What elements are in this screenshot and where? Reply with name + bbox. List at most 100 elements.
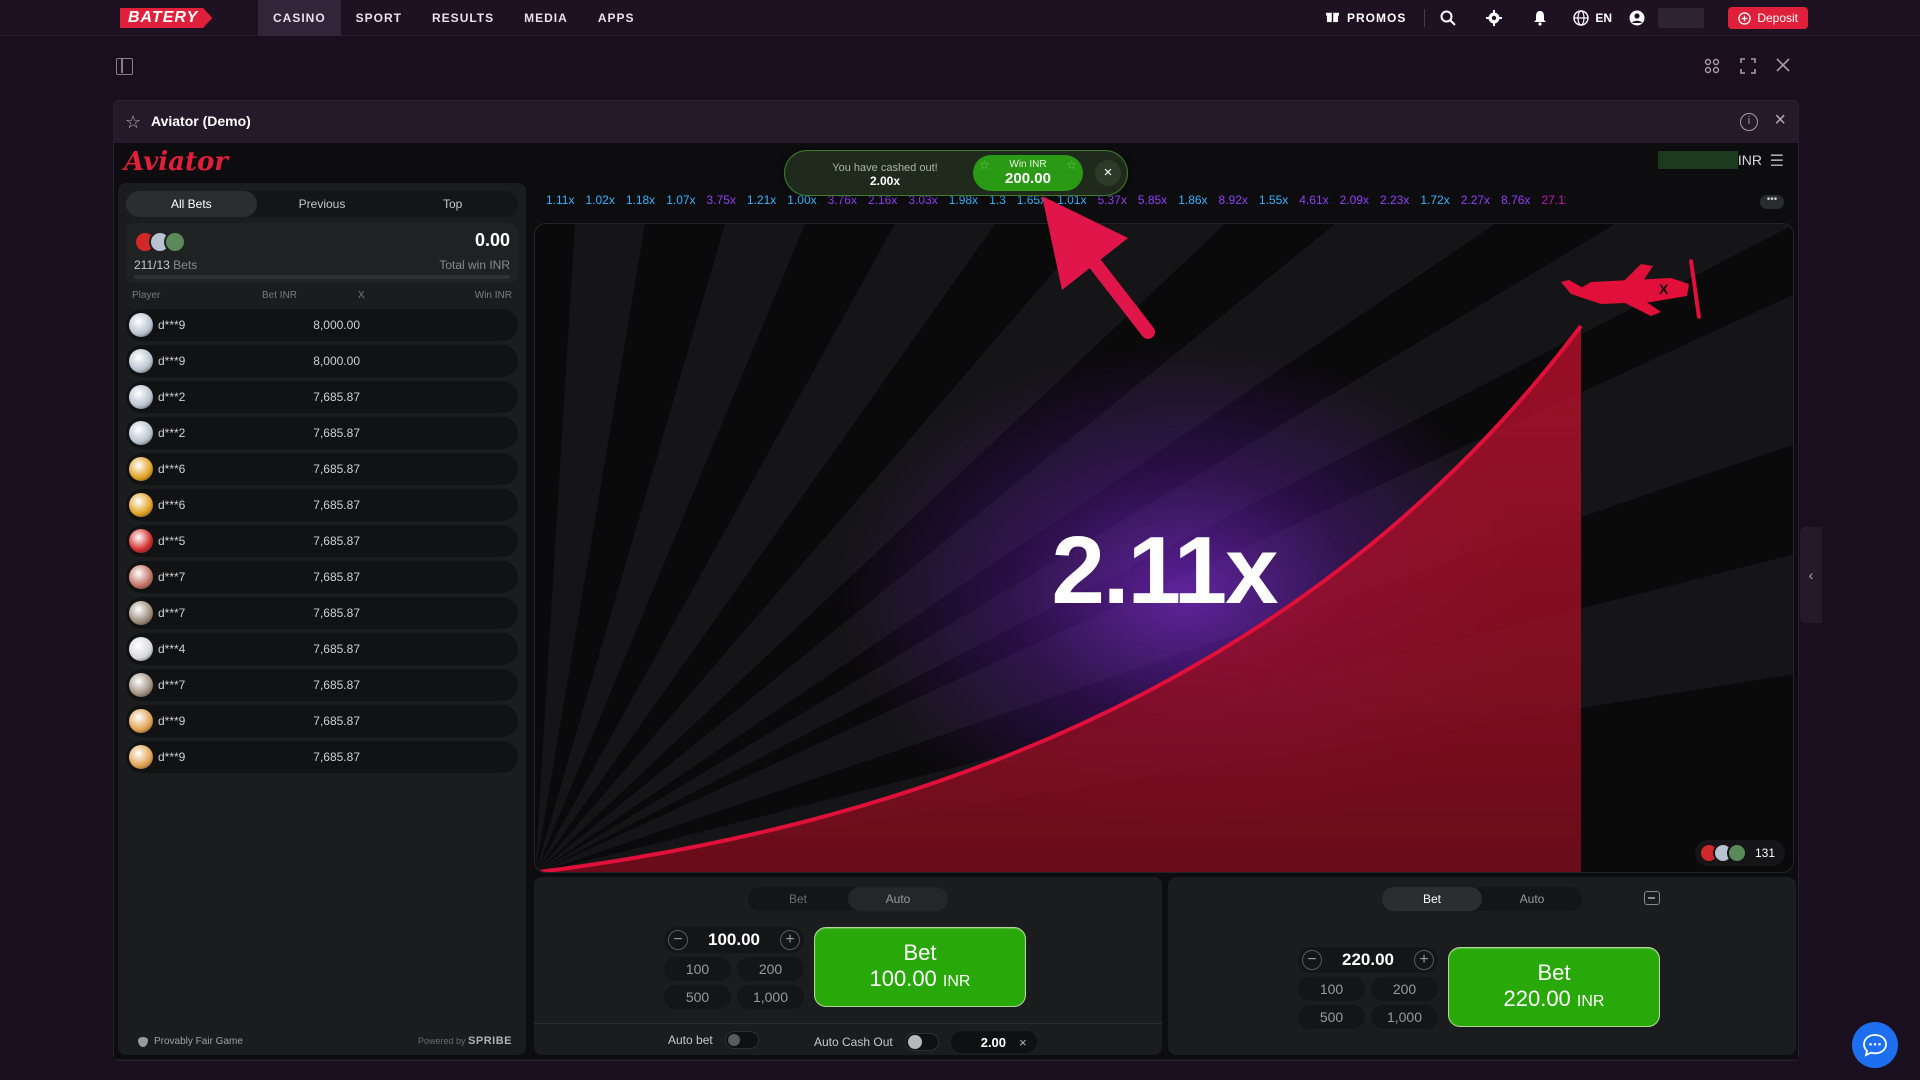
cashout-value-input[interactable]: 2.00 × (950, 1031, 1037, 1053)
win-pill: ☆ Win INR 200.00 ☆ (973, 155, 1083, 191)
nav-results[interactable]: RESULTS (417, 0, 509, 36)
auto-cashout-toggle[interactable] (904, 1033, 939, 1051)
nav-sport[interactable]: SPORT (341, 0, 417, 36)
toast-close-button[interactable]: × (1095, 160, 1121, 186)
nav-casino[interactable]: CASINO (258, 0, 341, 36)
info-icon[interactable]: i (1740, 113, 1758, 131)
history-multiplier[interactable]: 2.27x (1461, 193, 1490, 207)
history-multiplier[interactable]: 5.85x (1138, 193, 1167, 207)
history-more-button[interactable]: ••• (1760, 195, 1784, 209)
nav-apps[interactable]: APPS (583, 0, 650, 36)
quick-amount-100[interactable]: 100 (1298, 977, 1365, 1001)
stake-stepper-1: − 100.00 + (664, 927, 804, 953)
history-multiplier[interactable]: 1.07x (666, 193, 695, 207)
close-window-icon[interactable] (1776, 58, 1790, 79)
player-name: d***9 (158, 750, 186, 764)
quick-amount-100[interactable]: 100 (664, 957, 731, 981)
table-row: d***6 7,685.87 (126, 453, 518, 485)
side-collapse-tab[interactable]: ‹ (1800, 527, 1822, 623)
table-row: d***9 8,000.00 (126, 309, 518, 341)
language-selector[interactable]: EN (1563, 10, 1622, 26)
tab-auto[interactable]: Auto (848, 887, 948, 911)
minus-button[interactable]: − (668, 930, 688, 950)
user-avatar-icon[interactable] (1622, 0, 1652, 36)
tab-top[interactable]: Top (387, 191, 518, 217)
avatar (164, 231, 186, 253)
user-balance-box[interactable] (1658, 8, 1704, 28)
history-multiplier[interactable]: 1.11x (546, 193, 574, 207)
quick-amount-200[interactable]: 200 (737, 957, 804, 981)
main-nav: CASINO SPORT RESULTS MEDIA APPS (258, 0, 650, 36)
history-multiplier[interactable]: 1.21x (747, 193, 776, 207)
minus-button[interactable]: − (1302, 950, 1322, 970)
quick-amount-500[interactable]: 500 (664, 985, 731, 1009)
history-multiplier[interactable]: 1.02x (585, 193, 614, 207)
player-name: d***9 (158, 714, 186, 728)
history-multiplier[interactable]: 2.09x (1340, 193, 1369, 207)
quick-amount-1000[interactable]: 1,000 (1371, 1005, 1438, 1029)
grid-icon[interactable] (1704, 58, 1720, 79)
col-x: X (358, 290, 365, 301)
player-name: d***2 (158, 426, 186, 440)
tab-auto[interactable]: Auto (1482, 887, 1582, 911)
menu-icon[interactable]: ☰ (1770, 151, 1784, 171)
current-multiplier: 2.11x (1051, 517, 1279, 624)
toast-message: You have cashed out! 2.00x (832, 162, 938, 188)
svg-text:X: X (1659, 281, 1669, 297)
player-name: d***9 (158, 354, 186, 368)
bet-button-1[interactable]: Bet 100.00 INR (814, 927, 1026, 1007)
tab-all-bets[interactable]: All Bets (126, 191, 257, 217)
remove-panel-icon[interactable] (1644, 891, 1660, 905)
history-multiplier[interactable]: 1.18x (626, 193, 655, 207)
history-multiplier[interactable]: 1.72x (1420, 193, 1449, 207)
history-multiplier[interactable]: 8.92x (1219, 193, 1248, 207)
table-row: d***2 7,685.87 (126, 417, 518, 449)
chat-support-button[interactable] (1852, 1022, 1898, 1068)
stake-value[interactable]: 220.00 (1342, 950, 1394, 970)
player-name: d***6 (158, 462, 186, 476)
fullscreen-icon[interactable] (1740, 58, 1756, 79)
history-multiplier[interactable]: 1.55x (1259, 193, 1288, 207)
nav-media[interactable]: MEDIA (509, 0, 583, 36)
quick-amount-1000[interactable]: 1,000 (737, 985, 804, 1009)
quick-amount-500[interactable]: 500 (1298, 1005, 1365, 1029)
players-online-chip: 131 (1694, 840, 1785, 866)
deposit-button[interactable]: Deposit (1728, 7, 1808, 29)
clear-icon[interactable]: × (1019, 1035, 1027, 1050)
provably-fair-link[interactable]: Provably Fair Game (138, 1036, 243, 1047)
tab-previous[interactable]: Previous (257, 191, 388, 217)
quick-amount-200[interactable]: 200 (1371, 977, 1438, 1001)
history-multiplier[interactable]: 2.23x (1380, 193, 1409, 207)
stake-value[interactable]: 100.00 (708, 930, 760, 950)
bets-tabs: All Bets Previous Top (126, 191, 518, 217)
history-multiplier[interactable]: 4.61x (1299, 193, 1328, 207)
history-multiplier[interactable]: 8.76x (1501, 193, 1530, 207)
aviator-game: Aviator INR ☰ All Bets Previous Top 211/… (114, 143, 1798, 1059)
bet-amount: 7,685.87 (313, 390, 360, 404)
table-row: d***4 7,685.87 (126, 633, 518, 665)
batery-logo[interactable]: BATERY (120, 8, 213, 28)
search-icon[interactable] (1425, 0, 1471, 36)
favorite-star-icon[interactable]: ☆ (125, 112, 141, 133)
sidebar-toggle-icon[interactable] (116, 58, 133, 75)
plus-button[interactable]: + (780, 930, 800, 950)
settings-gear-icon[interactable] (1471, 0, 1517, 36)
promos-link[interactable]: PROMOS (1325, 9, 1426, 27)
bet-amount: 7,685.87 (313, 570, 360, 584)
auto-bet-toggle[interactable] (724, 1031, 759, 1049)
table-row: d***2 7,685.87 (126, 381, 518, 413)
language-label: EN (1595, 11, 1612, 25)
tab-bet[interactable]: Bet (1382, 887, 1482, 911)
avatar (129, 745, 153, 769)
game-frame-header: ☆ Aviator (Demo) i × (114, 101, 1798, 143)
history-multiplier[interactable]: 27.11x (1541, 193, 1566, 207)
history-multiplier[interactable]: 1.86x (1178, 193, 1207, 207)
bet-panel-2-tabs: Bet Auto (1382, 887, 1582, 911)
total-win-label: Total win INR (439, 258, 510, 272)
bet-button-2[interactable]: Bet 220.00 INR (1448, 947, 1660, 1027)
plus-button[interactable]: + (1414, 950, 1434, 970)
bell-icon[interactable] (1517, 0, 1563, 36)
tab-bet[interactable]: Bet (748, 887, 848, 911)
history-multiplier[interactable]: 3.75x (707, 193, 736, 207)
close-game-icon[interactable]: × (1774, 109, 1786, 132)
